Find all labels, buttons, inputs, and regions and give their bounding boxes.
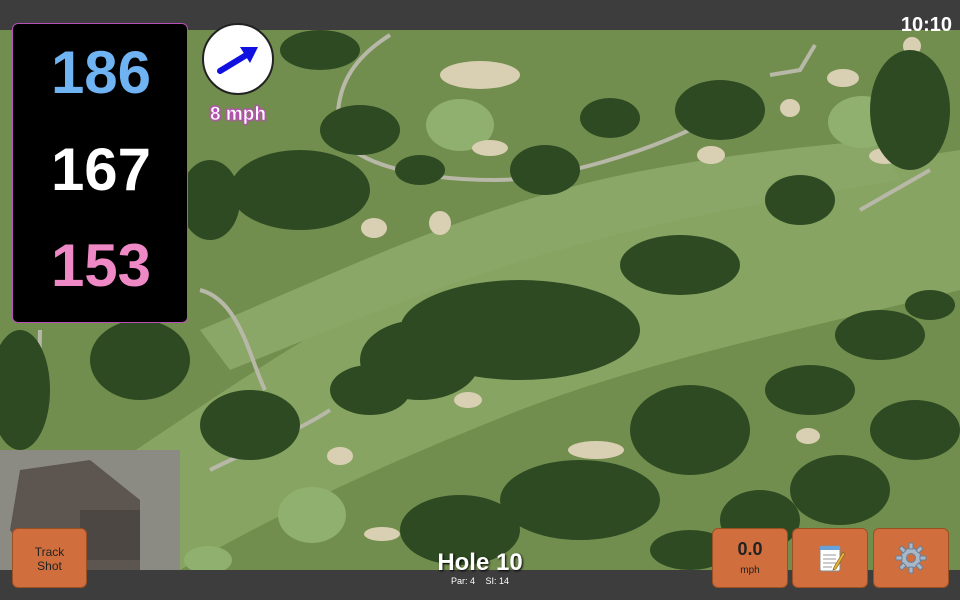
gear-icon bbox=[895, 542, 927, 574]
hole-info: Par: 4 SI: 14 bbox=[405, 576, 555, 586]
distance-back: 186 bbox=[50, 39, 152, 106]
clock: 10:10 bbox=[900, 14, 952, 36]
distance-front: 153 bbox=[50, 232, 152, 299]
speed-button[interactable]: 0.0 mph bbox=[712, 528, 788, 588]
settings-button[interactable] bbox=[873, 528, 949, 588]
track-shot-button[interactable]: Track Shot bbox=[12, 528, 87, 588]
distance-middle: 167 bbox=[50, 136, 152, 203]
wind-speed: 8 mph bbox=[210, 104, 266, 126]
arrow-up-right-icon bbox=[217, 47, 258, 74]
distance-panel: 186 167 153 bbox=[12, 23, 188, 323]
hole-stroke-index: SI: 14 bbox=[485, 576, 510, 586]
wind-indicator[interactable] bbox=[202, 23, 274, 95]
speed-unit: mph bbox=[740, 565, 760, 576]
notepad-icon bbox=[819, 545, 846, 572]
notes-button[interactable] bbox=[792, 528, 868, 588]
hole-title: Hole 10 bbox=[437, 549, 523, 576]
hole-par: Par: 4 bbox=[450, 576, 475, 586]
speed-value: 0.0 bbox=[737, 539, 763, 559]
